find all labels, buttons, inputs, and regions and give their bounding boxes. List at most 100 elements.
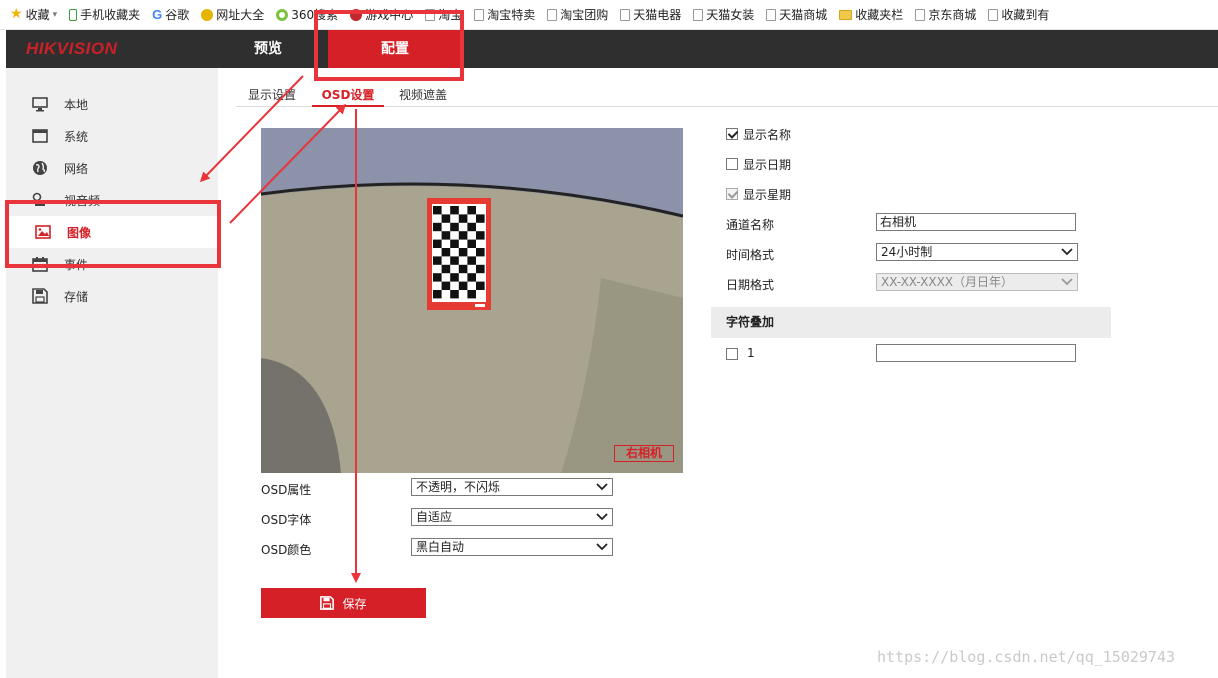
bookmark-label: 收藏到有 (1001, 8, 1050, 22)
checker-square (450, 290, 459, 299)
globe-icon (33, 161, 47, 175)
sub-tabs: 显示设置 OSD设置 视频遮盖 (236, 80, 1218, 107)
bookmark-mobile[interactable]: 手机收藏夹 (69, 6, 140, 23)
osd-font-select[interactable]: 自适应 (411, 508, 613, 526)
checker-square (450, 222, 459, 232)
search-engine-icon (276, 8, 289, 21)
audio-video-icon (32, 192, 45, 206)
page-icon (474, 8, 485, 21)
time-format-label: 时间格式 (726, 248, 775, 262)
text-overlay-1-checkbox[interactable] (726, 348, 738, 360)
osd-font-label: OSD字体 (261, 513, 312, 527)
bookmark-nav-site[interactable]: 网址大全 (201, 6, 264, 23)
system-icon (32, 129, 48, 143)
page-icon (988, 8, 999, 21)
storage-icon (32, 288, 48, 304)
checker-square (476, 248, 485, 257)
page-icon (766, 8, 777, 21)
checker-square (441, 281, 451, 290)
sidebar-item-image[interactable]: 图像 (6, 216, 218, 248)
tab-video-mask[interactable]: 视频遮盖 (399, 86, 447, 107)
bookmark-folder[interactable]: 收藏夹栏 (839, 6, 903, 23)
sidebar-item-audio-video[interactable]: 视音频 (6, 184, 218, 216)
nav-site-icon (201, 8, 214, 21)
sidebar-item-label: 存储 (64, 290, 89, 304)
bookmark-tmall-mall[interactable]: 天猫商城 (766, 6, 827, 23)
video-preview[interactable]: 右相机 (261, 128, 683, 473)
show-name-checkbox[interactable] (726, 128, 738, 140)
checker-square (441, 214, 451, 223)
checker-square (450, 256, 459, 265)
show-date-checkbox[interactable] (726, 158, 738, 170)
bookmark-label: 淘宝 (438, 8, 463, 22)
checker-square (433, 290, 442, 299)
tab-osd-settings[interactable]: OSD设置 (312, 86, 384, 107)
osd-color-select[interactable]: 黑白自动 (411, 538, 613, 556)
sidebar-item-label: 图像 (67, 226, 92, 240)
text-overlay-1-input[interactable] (876, 344, 1076, 362)
bookmark-jd[interactable]: 京东商城 (915, 6, 976, 23)
checker-square (441, 264, 451, 274)
tab-display-settings[interactable]: 显示设置 (248, 86, 296, 107)
select-value: 黑白自动 (416, 540, 465, 554)
bookmark-label: 收藏 (25, 8, 50, 22)
sidebar-item-label: 事件 (64, 258, 89, 272)
bookmark-label: 谷歌 (165, 8, 190, 22)
sidebar-item-system[interactable]: 系统 (6, 120, 218, 152)
select-value: XX-XX-XXXX（月日年） (881, 275, 1014, 289)
osd-color-label: OSD颜色 (261, 543, 312, 557)
checker-square (450, 206, 459, 215)
bookmark-taobao[interactable]: 淘宝 (425, 6, 462, 23)
sidebar-item-label: 视音频 (64, 194, 101, 208)
bookmark-label: 360搜索 (291, 8, 339, 22)
select-value: 自适应 (416, 510, 453, 524)
hikvision-logo: HIKVISION (26, 39, 118, 58)
tab-configuration[interactable]: 配置 (328, 30, 462, 68)
bookmark-360-search[interactable]: 360搜索 (276, 6, 338, 23)
bookmark-taobao-sale[interactable]: 淘宝特卖 (474, 6, 535, 23)
checker-square (433, 239, 442, 248)
calendar-icon (32, 257, 48, 272)
bookmark-taobao-group[interactable]: 淘宝团购 (547, 6, 608, 23)
bookmark-label: 京东商城 (928, 8, 977, 22)
page-icon (620, 8, 631, 21)
tab-preview[interactable]: 预览 (228, 30, 308, 68)
checker-square (458, 248, 468, 257)
chevron-down-icon: ▾ (52, 9, 58, 20)
top-navigation: HIKVISION 预览 配置 (6, 30, 1218, 68)
checker-square (467, 273, 476, 282)
sidebar-item-storage[interactable]: 存储 (6, 280, 218, 312)
bookmark-label: 网址大全 (216, 8, 265, 22)
game-icon (350, 8, 363, 21)
bookmark-google[interactable]: G 谷歌 (152, 6, 189, 23)
bookmark-label: 收藏夹栏 (855, 8, 904, 22)
page-icon (915, 8, 926, 21)
sidebar-item-network[interactable]: 网络 (6, 152, 218, 184)
bookmark-game-center[interactable]: 游戏中心 (350, 6, 413, 23)
sidebar-item-event[interactable]: 事件 (6, 248, 218, 280)
checker-square (467, 222, 476, 232)
bookmarks-bar: ★ 收藏 ▾ 手机收藏夹 G 谷歌 网址大全 360搜索 游戏中心 淘宝 淘宝特… (0, 0, 1218, 30)
show-week-checkbox[interactable] (726, 188, 738, 200)
bookmark-tmall-women[interactable]: 天猫女装 (693, 6, 754, 23)
phone-icon (69, 8, 78, 21)
sidebar-item-label: 本地 (64, 98, 89, 112)
save-button[interactable]: 保存 (261, 588, 426, 618)
time-format-select[interactable]: 24小时制 (876, 243, 1078, 261)
bookmark-tmall-electric[interactable]: 天猫电器 (620, 6, 681, 23)
bookmark-label: 淘宝特卖 (487, 8, 536, 22)
channel-name-input[interactable]: 右相机 (876, 213, 1076, 231)
osd-attribute-label: OSD属性 (261, 483, 312, 497)
checker-square (467, 290, 476, 299)
select-value: 不透明，不闪烁 (416, 480, 501, 494)
date-format-select[interactable]: XX-XX-XXXX（月日年） (876, 273, 1078, 291)
checker-square (433, 206, 442, 215)
osd-attribute-select[interactable]: 不透明，不闪烁 (411, 478, 613, 496)
bookmark-label: 淘宝团购 (560, 8, 609, 22)
chevron-down-icon (596, 513, 608, 521)
sidebar-item-local[interactable]: 本地 (6, 88, 218, 120)
bookmark-favorites[interactable]: ★ 收藏 ▾ (10, 6, 57, 23)
bookmark-collect-to[interactable]: 收藏到有 (988, 6, 1049, 23)
sidebar: 本地 系统 网络 视音频 图像 事件 存储 (6, 68, 218, 678)
checker-square (458, 231, 468, 240)
